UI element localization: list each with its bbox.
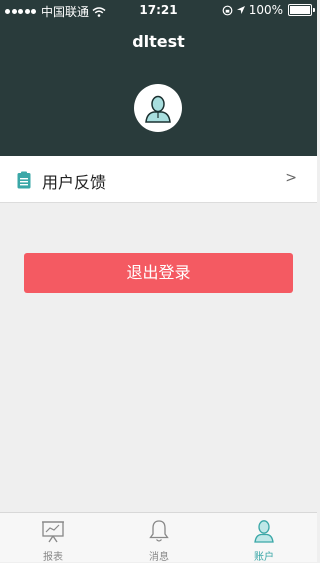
bell-icon [149, 520, 169, 542]
user-avatar-icon [145, 95, 171, 123]
chevron-right-icon: > [285, 170, 297, 186]
feedback-label: 用户反馈 [42, 173, 107, 192]
rotation-lock-icon [222, 5, 233, 15]
tab-reports[interactable]: 报表 [0, 513, 106, 563]
tab-bar: 报表 消息 账户 [0, 512, 317, 563]
profile-header: 中国联通 17:21 100% dltest [0, 0, 317, 156]
logout-button[interactable]: 退出登录 [24, 253, 293, 293]
status-bar: 中国联通 17:21 100% [0, 0, 317, 20]
status-right: 100% [222, 3, 315, 17]
avatar[interactable] [134, 84, 182, 132]
location-arrow-icon [236, 6, 245, 14]
user-icon [254, 520, 274, 543]
chart-board-icon [42, 521, 64, 543]
feedback-menu-item[interactable]: 用户反馈 > [0, 156, 317, 203]
battery-icon [288, 4, 315, 16]
tab-account[interactable]: 账户 [211, 513, 317, 563]
battery-percent: 100% [248, 3, 283, 17]
clipboard-icon [17, 171, 31, 189]
username: dltest [132, 32, 185, 51]
tab-messages[interactable]: 消息 [106, 513, 212, 563]
